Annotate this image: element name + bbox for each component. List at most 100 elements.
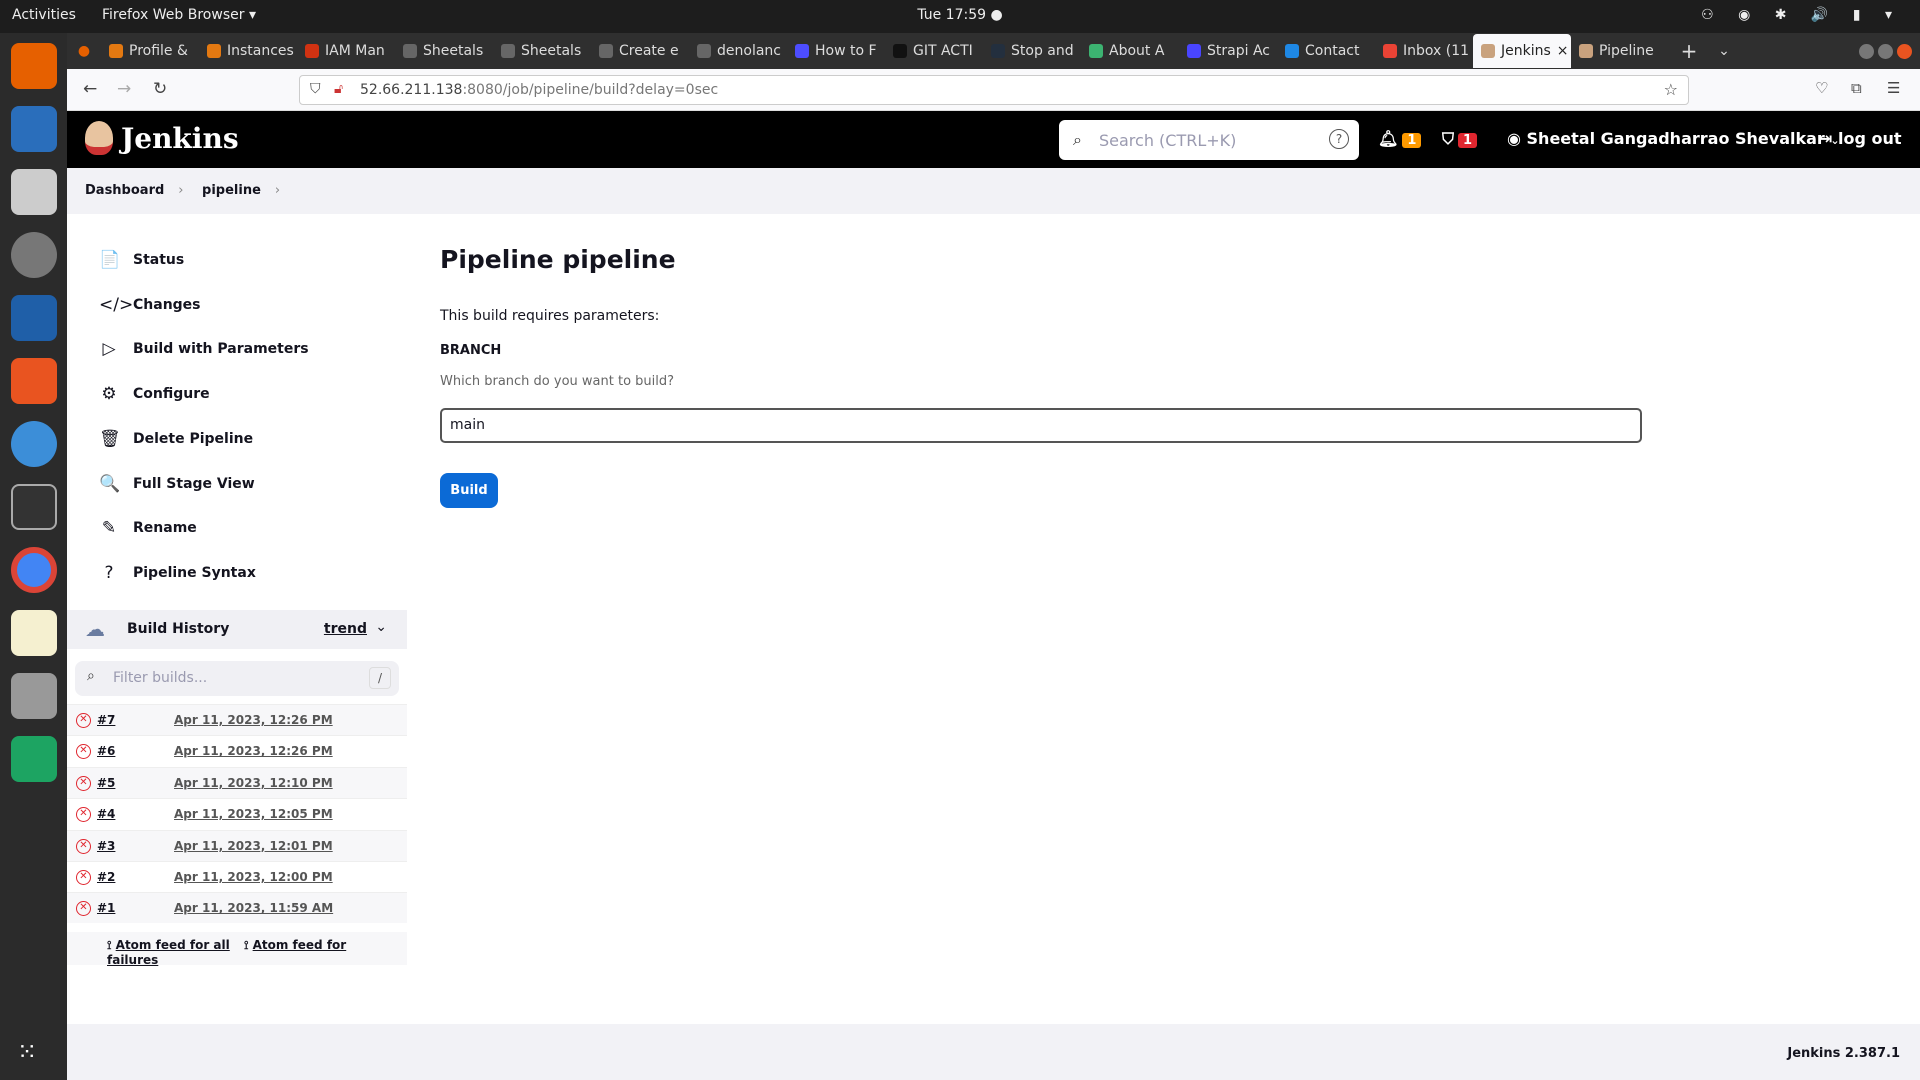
build-number-link[interactable]: #3 xyxy=(97,839,115,853)
browser-tab[interactable]: Contact xyxy=(1277,34,1375,68)
build-number-link[interactable]: #4 xyxy=(97,807,115,821)
browser-tab[interactable]: Pipeline xyxy=(1571,34,1669,68)
extensions-icon[interactable]: ⧉ xyxy=(1851,79,1862,97)
app-menu[interactable]: Firefox Web Browser ▾ xyxy=(102,7,256,23)
build-date-link[interactable]: Apr 11, 2023, 12:05 PM xyxy=(174,807,333,821)
build-date-link[interactable]: Apr 11, 2023, 12:10 PM xyxy=(174,776,333,790)
bell-icon: 🔔︎ xyxy=(1378,129,1399,148)
trend-link[interactable]: trend xyxy=(324,621,367,637)
tab-label: GIT ACTI xyxy=(913,43,973,59)
text-editor-icon[interactable] xyxy=(10,610,57,656)
new-tab-button[interactable]: + xyxy=(1669,39,1709,63)
build-button[interactable]: Build xyxy=(440,473,498,508)
jenkins-logo[interactable]: Jenkins xyxy=(85,121,239,155)
security-button[interactable]: ⛉ 1 xyxy=(1442,129,1478,149)
build-number-link[interactable]: #6 xyxy=(97,744,115,758)
build-row: ✕ #6 Apr 11, 2023, 12:26 PM xyxy=(67,735,407,767)
menu-icon[interactable]: ☰ xyxy=(1887,79,1900,97)
browser-tab[interactable]: Instances xyxy=(199,34,297,68)
browser-tab[interactable]: How to F xyxy=(787,34,885,68)
build-date-link[interactable]: Apr 11, 2023, 12:01 PM xyxy=(174,839,333,853)
build-date-link[interactable]: Apr 11, 2023, 12:00 PM xyxy=(174,870,333,884)
sidebar-item-label: Rename xyxy=(133,520,197,537)
tab-list-button[interactable]: ⌄ xyxy=(1709,43,1739,59)
close-window-button[interactable] xyxy=(1897,43,1912,59)
branch-input[interactable]: main xyxy=(440,408,1642,443)
files-icon[interactable] xyxy=(10,169,57,215)
sidebar-item-configure[interactable]: ⚙ Configure xyxy=(99,384,209,404)
browser-tab[interactable]: GIT ACTI xyxy=(885,34,983,68)
search-input[interactable]: ⌕ Search (CTRL+K)? xyxy=(1059,120,1359,160)
sidebar-item-pipeline-syntax[interactable]: ? Pipeline Syntax xyxy=(99,563,255,583)
software-icon[interactable] xyxy=(10,358,57,404)
sidebar-item-delete-pipeline[interactable]: 🗑 Delete Pipeline xyxy=(99,429,253,449)
url-bar[interactable]: ⛉ 🔓︎ 52.66.211.138:8080/job/pipeline/bui… xyxy=(299,75,1689,105)
notifications-button[interactable]: 🔔︎ 1 xyxy=(1378,129,1422,148)
browser-tab[interactable]: Stop and xyxy=(983,34,1081,68)
pocket-icon[interactable]: ♡ xyxy=(1815,79,1828,97)
breadcrumb-pipeline[interactable]: pipeline xyxy=(202,183,261,198)
browser-tab[interactable]: About A xyxy=(1081,34,1179,68)
chrome-icon[interactable] xyxy=(10,547,57,593)
sidebar-item-status[interactable]: 📄 Status xyxy=(99,250,184,270)
bookmark-star-icon[interactable]: ☆ xyxy=(1664,80,1678,99)
sidebar-item-full-stage-view[interactable]: 🔍 Full Stage View xyxy=(99,474,255,494)
back-button[interactable]: ← xyxy=(83,79,97,99)
shortcut-hint: / xyxy=(369,667,391,689)
filter-builds-input[interactable]: ⌕ Filter builds... / xyxy=(75,661,399,696)
forward-button[interactable]: → xyxy=(117,79,131,99)
show-apps-icon[interactable]: ⁙ xyxy=(17,1038,37,1066)
writer-icon[interactable] xyxy=(10,295,57,341)
logout-link[interactable]: ⇥ log out xyxy=(1819,129,1902,148)
shield-icon[interactable]: ⛉ xyxy=(310,81,321,97)
clock[interactable]: Tue 17:59 ● xyxy=(917,7,1002,23)
sidebar-item-rename[interactable]: ✎ Rename xyxy=(99,518,197,538)
browser-tab[interactable]: IAM Man xyxy=(297,34,395,68)
build-date-link[interactable]: Apr 11, 2023, 12:26 PM xyxy=(174,744,333,758)
sidebar-item-changes[interactable]: </> Changes xyxy=(99,295,201,315)
build-date-link[interactable]: Apr 11, 2023, 12:26 PM xyxy=(174,713,333,727)
chevron-down-icon[interactable]: ⌄ xyxy=(375,619,387,635)
tab-favicon-icon xyxy=(599,44,613,58)
browser-tab[interactable]: Inbox (11 xyxy=(1375,34,1473,68)
browser-tab[interactable]: Create e xyxy=(591,34,689,68)
atom-feed-all-link[interactable]: Atom feed for all xyxy=(116,938,230,952)
breadcrumb-separator[interactable]: › xyxy=(275,183,280,198)
minimize-button[interactable] xyxy=(1859,43,1874,59)
build-row: ✕ #4 Apr 11, 2023, 12:05 PM xyxy=(67,798,407,830)
build-number-link[interactable]: #5 xyxy=(97,776,115,790)
build-number-link[interactable]: #2 xyxy=(97,870,115,884)
help-icon[interactable] xyxy=(10,421,57,467)
browser-tab[interactable]: Sheetals xyxy=(395,34,493,68)
logout-icon: ⇥ xyxy=(1819,129,1838,148)
chat-icon[interactable] xyxy=(10,736,57,782)
jenkins-version[interactable]: Jenkins 2.387.1 xyxy=(1787,1046,1900,1061)
browser-tab[interactable]: Jenkins × xyxy=(1473,34,1571,68)
build-date-link[interactable]: Apr 11, 2023, 11:59 AM xyxy=(174,901,333,915)
user-menu[interactable]: ◉ Sheetal Gangadharrao Shevalkar ⌄ xyxy=(1507,129,1840,148)
breadcrumb-dashboard[interactable]: Dashboard xyxy=(85,183,164,198)
close-tab-icon[interactable]: × xyxy=(1557,43,1569,59)
insecure-lock-icon[interactable]: 🔓︎ xyxy=(334,81,343,97)
rhythmbox-icon[interactable] xyxy=(10,232,57,278)
browser-tab[interactable]: Sheetals xyxy=(493,34,591,68)
terminal-icon[interactable] xyxy=(10,484,57,530)
tab-favicon-icon xyxy=(1481,44,1495,58)
page-title: Pipeline pipeline xyxy=(440,245,676,274)
system-tray-icons[interactable]: ⚇ ◉ ✱ 🔊 ▮ ▾ xyxy=(1701,7,1902,23)
atom-feeds: ⟟ Atom feed for all ⟟ Atom feed for fail… xyxy=(67,932,407,967)
build-number-link[interactable]: #7 xyxy=(97,713,115,727)
firefox-icon[interactable] xyxy=(10,43,57,89)
sidebar-item-build-with-parameters[interactable]: ▷ Build with Parameters xyxy=(99,339,308,359)
browser-tab[interactable]: Strapi Ac xyxy=(1179,34,1277,68)
activities-button[interactable]: Activities xyxy=(12,7,76,23)
firefox-view-icon[interactable]: ● xyxy=(67,43,101,59)
browser-tab[interactable]: Profile & xyxy=(101,34,199,68)
browser-tab[interactable]: denolanc xyxy=(689,34,787,68)
help-icon[interactable]: ? xyxy=(1329,129,1349,149)
maximize-button[interactable] xyxy=(1878,43,1893,59)
settings-icon[interactable] xyxy=(10,673,57,719)
thunderbird-icon[interactable] xyxy=(10,106,57,152)
reload-button[interactable]: ↻ xyxy=(153,79,167,99)
build-number-link[interactable]: #1 xyxy=(97,901,115,915)
